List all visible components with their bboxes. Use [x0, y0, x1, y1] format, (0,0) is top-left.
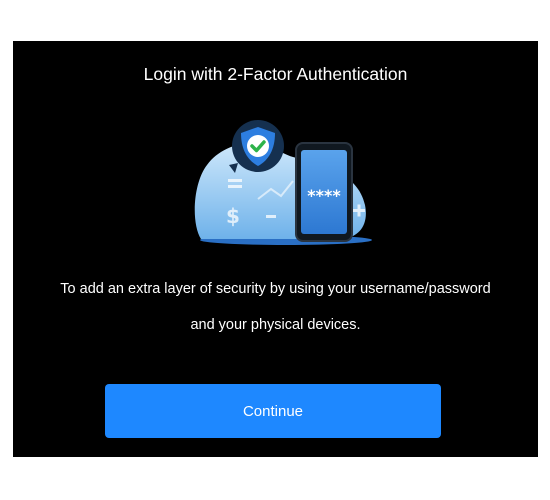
description-line-2: and your physical devices.: [190, 317, 361, 333]
two-factor-dialog: Login with 2-Factor Authentication $ ***…: [13, 41, 538, 457]
two-factor-illustration: $ ****: [194, 120, 372, 245]
minus-icon: [266, 215, 276, 218]
smartphone-icon: ****: [295, 142, 353, 242]
dialog-title: Login with 2-Factor Authentication: [143, 64, 408, 84]
dollar-icon: $: [226, 204, 240, 228]
phone-code: ****: [307, 186, 341, 205]
description-line-1: To add an extra layer of security by usi…: [60, 281, 491, 297]
continue-button[interactable]: Continue: [105, 384, 441, 438]
description: To add an extra layer of security by usi…: [13, 271, 538, 343]
